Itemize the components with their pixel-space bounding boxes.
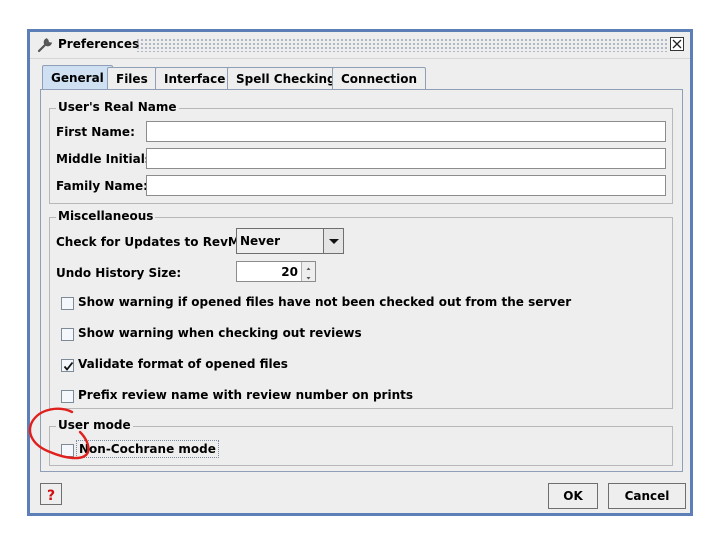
checkbox-show-warning-checkout[interactable] [61, 297, 74, 310]
family-name-label: Family Name: [56, 179, 148, 193]
spinner-up-icon[interactable] [302, 262, 315, 271]
question-icon: ? [47, 488, 55, 504]
tab-connection-label: Connection [341, 72, 418, 86]
misc-group-title: Miscellaneous [56, 209, 156, 223]
annotation-circle [28, 407, 90, 460]
undo-history-label: Undo History Size: [56, 266, 182, 280]
tab-interface-label: Interface [164, 72, 226, 86]
middle-initials-label: Middle Initials: [56, 152, 157, 166]
spinner-buttons [301, 262, 315, 281]
checkmark-icon [63, 361, 74, 371]
real-name-group-title: User's Real Name [56, 100, 179, 114]
tab-files-label: Files [116, 72, 148, 86]
tab-files[interactable]: Files [107, 67, 157, 89]
tab-spell-checking-label: Spell Checking [236, 72, 336, 86]
checkbox-validate-format[interactable] [61, 359, 74, 372]
tab-connection[interactable]: Connection [332, 67, 427, 89]
user-mode-group: User mode Non-Cochrane mode [49, 418, 673, 466]
show-warning-checkout-label: Show warning if opened files have not be… [78, 295, 572, 309]
real-name-group: User's Real Name First Name: Middle Init… [49, 100, 673, 204]
tab-general-label: General [51, 71, 104, 85]
family-name-field[interactable] [146, 175, 666, 196]
first-name-label: First Name: [56, 125, 135, 139]
close-button[interactable] [670, 37, 684, 51]
validate-format-label: Validate format of opened files [78, 357, 288, 371]
check-updates-label: Check for Updates to RevMan: [56, 235, 262, 249]
first-name-field[interactable] [146, 121, 666, 142]
help-button[interactable]: ? [40, 483, 62, 505]
tab-interface[interactable]: Interface [155, 67, 235, 89]
wrench-icon [37, 37, 53, 53]
chevron-down-icon[interactable] [323, 229, 343, 253]
spinner-down-icon[interactable] [302, 272, 315, 281]
tab-general[interactable]: General [42, 65, 113, 90]
middle-initials-field[interactable] [146, 148, 666, 169]
close-icon [672, 39, 682, 49]
undo-history-spinner[interactable]: 20 [236, 261, 316, 282]
undo-history-value: 20 [281, 265, 298, 279]
misc-group: Miscellaneous Check for Updates to RevMa… [49, 209, 673, 409]
preferences-dialog: Preferences General Files Interface Spel… [27, 29, 693, 516]
cancel-button[interactable]: Cancel [608, 483, 686, 509]
check-updates-value: Never [240, 234, 281, 248]
prefix-review-label: Prefix review name with review number on… [78, 388, 413, 402]
ok-button[interactable]: OK [548, 483, 598, 509]
show-warning-reviews-label: Show warning when checking out reviews [78, 326, 362, 340]
svg-text:?: ? [47, 488, 55, 504]
check-updates-select[interactable]: Never [236, 228, 344, 254]
checkbox-show-warning-reviews[interactable] [61, 328, 74, 341]
title-grip [136, 38, 668, 52]
title-bar[interactable]: Preferences [30, 32, 690, 59]
window-title: Preferences [58, 37, 140, 51]
tab-spell-checking[interactable]: Spell Checking [227, 67, 345, 89]
general-tab-panel: User's Real Name First Name: Middle Init… [40, 89, 683, 472]
